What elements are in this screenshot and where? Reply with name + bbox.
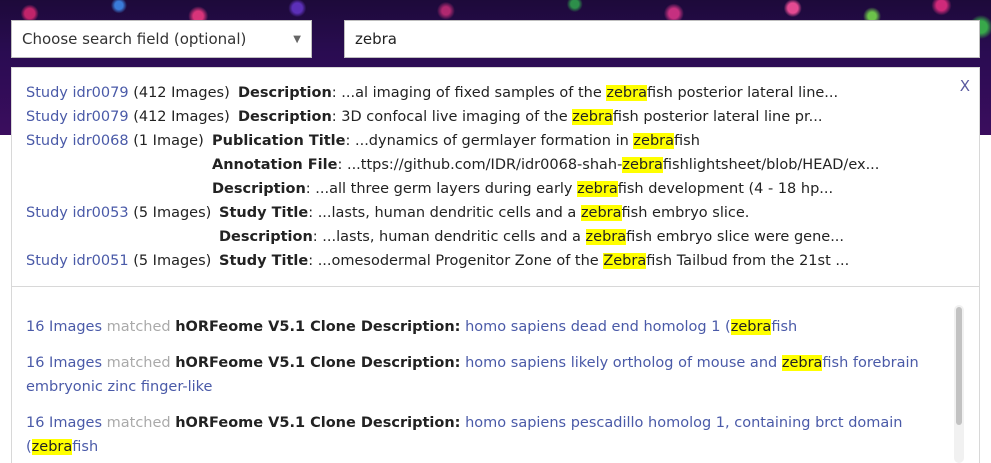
match-highlight: zebra <box>633 133 674 149</box>
study-link[interactable]: Study idr0068 <box>26 133 129 149</box>
match-text: homo sapiens likely ortholog of mouse an… <box>465 355 782 371</box>
match-text: ...dynamics of germlayer formation in <box>354 133 634 149</box>
match-highlight: zebra <box>730 319 772 335</box>
study-image-count: (5 Images) <box>133 205 212 221</box>
search-input-value: zebra <box>355 30 397 48</box>
match-text: ...ttps://github.com/IDR/idr0068-shah- <box>346 157 623 173</box>
study-match-field: Study Title: ...omesodermal Progenitor Z… <box>219 253 850 269</box>
study-row: Study idr0051 (5 Images) <box>26 253 211 269</box>
match-highlight: zebra <box>606 85 647 101</box>
match-highlight: zebra <box>572 109 613 125</box>
field-name: Annotation File <box>212 157 338 173</box>
match-text: fish Tailbud from the 21st ... <box>646 253 850 269</box>
study-row: Study idr0053 (5 Images) <box>26 205 211 221</box>
field-name: Description <box>212 181 306 197</box>
study-link[interactable]: Study idr0079 <box>26 85 129 101</box>
study-image-count: (412 Images) <box>133 109 230 125</box>
match-highlight: zebra <box>577 181 618 197</box>
match-value-link[interactable]: homo sapiens dead end homolog 1 (zebrafi… <box>465 319 797 335</box>
image-count-link[interactable]: 16 Images <box>26 355 102 371</box>
match-text: fish posterior lateral line pr... <box>612 109 823 125</box>
search-field-label: Choose search field (optional) <box>22 30 247 48</box>
match-highlight: Zebra <box>603 253 647 269</box>
study-row: Study idr0079 (412 Images) <box>26 109 230 125</box>
match-highlight: zebra <box>781 355 823 371</box>
study-match-field: Annotation File: ...ttps://github.com/ID… <box>212 157 880 173</box>
field-name: Study Title <box>219 253 309 269</box>
study-image-count: (5 Images) <box>133 253 212 269</box>
match-text: ...lasts, human dendritic cells and a <box>317 205 581 221</box>
study-match-field: Description: ...all three germ layers du… <box>212 181 834 197</box>
field-name: hORFeome V5.1 Clone Description: <box>175 415 461 431</box>
list-item: 16 Images matched hORFeome V5.1 Clone De… <box>26 411 926 459</box>
match-text: ...omesodermal Progenitor Zone of the <box>317 253 604 269</box>
match-text: ...lasts, human dendritic cells and a <box>322 229 586 245</box>
study-link[interactable]: Study idr0051 <box>26 253 129 269</box>
match-text: homo sapiens dead end homolog 1 ( <box>465 319 731 335</box>
matched-label: matched <box>106 319 171 335</box>
field-name: Publication Title <box>212 133 346 149</box>
field-name: Description <box>219 229 313 245</box>
match-highlight: zebra <box>31 439 73 455</box>
study-match-field: Description: ...al imaging of fixed samp… <box>238 85 839 101</box>
study-link[interactable]: Study idr0053 <box>26 205 129 221</box>
field-name: hORFeome V5.1 Clone Description: <box>175 355 461 371</box>
field-name: Description <box>238 109 332 125</box>
close-icon[interactable]: X <box>960 77 970 95</box>
study-row: Study idr0079 (412 Images) <box>26 85 230 101</box>
match-text: fish embryo slice were gene... <box>626 229 845 245</box>
match-text: 3D confocal live imaging of the <box>341 109 573 125</box>
image-count-link[interactable]: 16 Images <box>26 319 102 335</box>
image-results-list: 16 Images matched hORFeome V5.1 Clone De… <box>11 287 980 463</box>
image-count-link[interactable]: 16 Images <box>26 415 102 431</box>
match-highlight: zebra <box>622 157 663 173</box>
field-name: hORFeome V5.1 Clone Description: <box>175 319 461 335</box>
study-match-field: Study Title: ...lasts, human dendritic c… <box>219 205 750 221</box>
study-link[interactable]: Study idr0079 <box>26 109 129 125</box>
list-item: 16 Images matched hORFeome V5.1 Clone De… <box>26 315 926 339</box>
study-results-panel: X Study idr0079 (412 Images) Description… <box>11 67 980 287</box>
field-name: Description <box>238 85 332 101</box>
study-image-count: (412 Images) <box>133 85 230 101</box>
match-text: fish <box>674 133 700 149</box>
match-text: ...al imaging of fixed samples of the <box>341 85 607 101</box>
match-highlight: zebra <box>580 205 622 221</box>
study-image-count: (1 Image) <box>133 133 204 149</box>
scrollbar-thumb[interactable] <box>956 307 962 425</box>
study-row: Study idr0068 (1 Image) <box>26 133 204 149</box>
match-highlight: zebra <box>585 229 627 245</box>
match-text: fish <box>72 439 99 455</box>
matched-label: matched <box>106 415 171 431</box>
matched-label: matched <box>106 355 171 371</box>
match-text: fish development (4 - 18 hp... <box>617 181 834 197</box>
match-text: fish embryo slice. <box>621 205 750 221</box>
chevron-down-icon: ▼ <box>293 33 301 45</box>
field-name: Study Title <box>219 205 309 221</box>
search-field-select[interactable]: Choose search field (optional) ▼ <box>11 20 312 58</box>
match-text: fish <box>771 319 798 335</box>
study-match-field: Publication Title: ...dynamics of germla… <box>212 133 700 149</box>
list-item: 16 Images matched hORFeome V5.1 Clone De… <box>26 351 926 399</box>
study-match-field: Description: 3D confocal live imaging of… <box>238 109 823 125</box>
search-input[interactable]: zebra <box>344 20 980 58</box>
match-text: fishlightsheet/blob/HEAD/ex... <box>662 157 880 173</box>
study-match-field: Description: ...lasts, human dendritic c… <box>219 229 845 245</box>
match-text: fish posterior lateral line... <box>646 85 839 101</box>
match-text: ...all three germ layers during early <box>315 181 578 197</box>
